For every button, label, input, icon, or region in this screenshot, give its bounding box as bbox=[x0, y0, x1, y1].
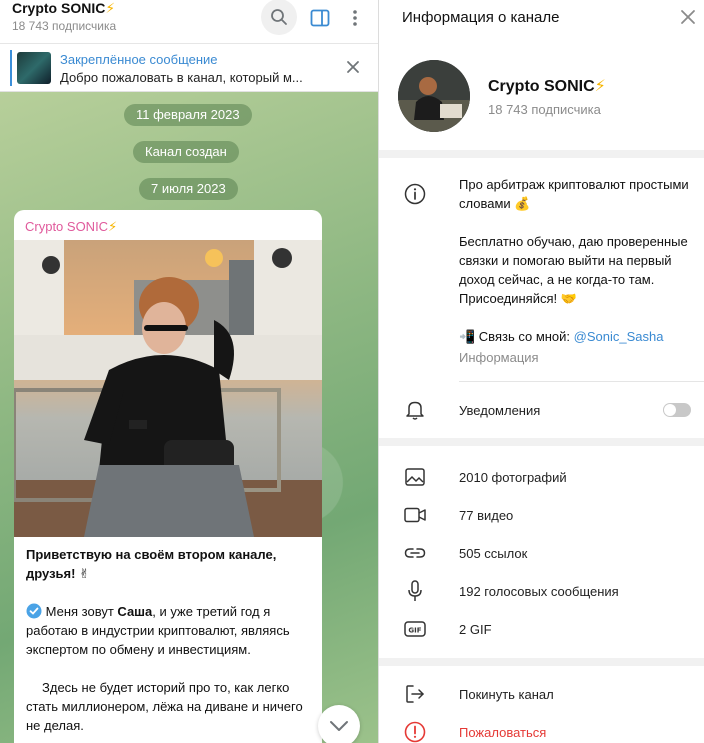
post-author-name: Crypto SONIC bbox=[25, 219, 109, 234]
post-paragraph-1: Меня зовут Саша, и уже третий год я рабо… bbox=[26, 602, 316, 659]
notifications-toggle[interactable] bbox=[663, 403, 691, 417]
verified-badge-icon bbox=[26, 603, 42, 619]
chat-pane: Crypto SONIC⚡ 18 743 подписчика Закреплё… bbox=[0, 0, 378, 743]
photo-icon bbox=[403, 465, 427, 489]
toggle-sidebar-button[interactable] bbox=[302, 0, 338, 36]
leave-icon bbox=[403, 682, 427, 706]
link-icon bbox=[403, 541, 427, 565]
gif-icon: GIF bbox=[403, 617, 427, 641]
pinned-title: Закреплённое сообщение bbox=[60, 52, 218, 67]
date-separator: 11 февраля 2023 bbox=[124, 104, 252, 126]
post-text: Приветствую на своём втором канале, друз… bbox=[26, 545, 316, 743]
more-options-button[interactable] bbox=[337, 0, 373, 36]
search-button[interactable] bbox=[261, 0, 297, 35]
chat-subscriber-count: 18 743 подписчика bbox=[12, 19, 117, 33]
search-icon bbox=[271, 9, 287, 25]
channel-info-panel: Информация о канале Crypto SONIC⚡ 18 743… bbox=[378, 0, 704, 743]
chat-header[interactable]: Crypto SONIC⚡ 18 743 подписчика bbox=[0, 0, 378, 44]
chevron-down-icon bbox=[330, 721, 348, 731]
scroll-to-bottom-button[interactable] bbox=[318, 705, 360, 743]
channel-name-text: Crypto SONIC bbox=[488, 78, 595, 95]
post-photo[interactable] bbox=[14, 240, 322, 537]
chat-title[interactable]: Crypto SONIC⚡ bbox=[12, 0, 115, 16]
media-gifs[interactable]: 2 GIF bbox=[459, 622, 492, 637]
more-vertical-icon bbox=[353, 10, 357, 26]
post-paragraph-1-prefix: Меня зовут bbox=[45, 604, 118, 619]
description-line-1: Про арбитраж криптовалют простыми словам… bbox=[459, 177, 689, 211]
description-label: Информация bbox=[459, 350, 539, 365]
photo-image bbox=[14, 240, 322, 537]
post-author[interactable]: Crypto SONIC⚡ bbox=[25, 219, 117, 235]
description-line-2: Бесплатно обучаю, даю проверенные связки… bbox=[459, 234, 688, 306]
media-links[interactable]: 505 ссылок bbox=[459, 546, 527, 561]
media-videos[interactable]: 77 видео bbox=[459, 508, 513, 523]
microphone-icon bbox=[403, 579, 427, 603]
section-divider bbox=[379, 150, 704, 158]
close-icon bbox=[347, 61, 359, 73]
post-paragraph-1-name: Саша bbox=[117, 604, 153, 619]
channel-post[interactable]: Crypto SONIC⚡ Приветствую на своём второ… bbox=[14, 210, 322, 743]
report-button[interactable]: Пожаловаться bbox=[459, 725, 546, 740]
close-icon bbox=[681, 10, 695, 24]
lightning-emoji: ⚡ bbox=[105, 0, 116, 16]
pinned-thumbnail bbox=[17, 52, 51, 84]
video-icon bbox=[403, 503, 427, 527]
pinned-message-bar[interactable]: Закреплённое сообщение Добро пожаловать … bbox=[0, 44, 378, 92]
section-divider bbox=[379, 658, 704, 666]
contact-link[interactable]: @Sonic_Sasha bbox=[574, 329, 664, 344]
lightning-emoji: ⚡ bbox=[594, 78, 606, 95]
info-panel-title: Информация о канале bbox=[402, 9, 560, 26]
bell-icon bbox=[403, 398, 427, 422]
channel-subscriber-count: 18 743 подписчика bbox=[488, 102, 601, 117]
row-divider bbox=[459, 381, 704, 382]
post-paragraph-2-text: Здесь не будет историй про то, как легко… bbox=[26, 680, 303, 733]
post-heading: Приветствую на своём втором канале, друз… bbox=[26, 547, 277, 581]
report-icon bbox=[403, 720, 427, 743]
contact-prefix: 📲 Связь со мной: bbox=[459, 329, 571, 344]
close-pinned-button[interactable] bbox=[343, 57, 363, 77]
lightning-emoji: ⚡ bbox=[108, 219, 118, 234]
pinned-text: Добро пожаловать в канал, который м... bbox=[60, 70, 303, 85]
sidebar-panel-icon bbox=[310, 9, 330, 27]
chat-title-text: Crypto SONIC bbox=[12, 0, 106, 16]
section-divider bbox=[379, 438, 704, 446]
close-info-button[interactable] bbox=[679, 8, 697, 26]
service-message: Канал создан bbox=[133, 141, 239, 163]
svg-text:GIF: GIF bbox=[408, 627, 421, 635]
contact-line: 📲 Связь со мной: @Sonic_Sasha bbox=[459, 327, 689, 346]
notifications-label: Уведомления bbox=[459, 403, 541, 418]
pinned-indicator bbox=[10, 50, 12, 86]
channel-avatar[interactable] bbox=[398, 60, 470, 132]
leave-channel-button[interactable]: Покинуть канал bbox=[459, 687, 554, 702]
media-voice-messages[interactable]: 192 голосовых сообщения bbox=[459, 584, 619, 599]
channel-name: Crypto SONIC⚡ bbox=[488, 76, 606, 96]
media-photos[interactable]: 2010 фотографий bbox=[459, 470, 567, 485]
channel-description: Про арбитраж криптовалют простыми словам… bbox=[459, 175, 689, 365]
post-paragraph-2: Здесь не будет историй про то, как легко… bbox=[26, 678, 316, 735]
avatar-image bbox=[398, 60, 470, 132]
info-icon bbox=[403, 182, 427, 206]
date-separator: 7 июля 2023 bbox=[139, 178, 238, 200]
